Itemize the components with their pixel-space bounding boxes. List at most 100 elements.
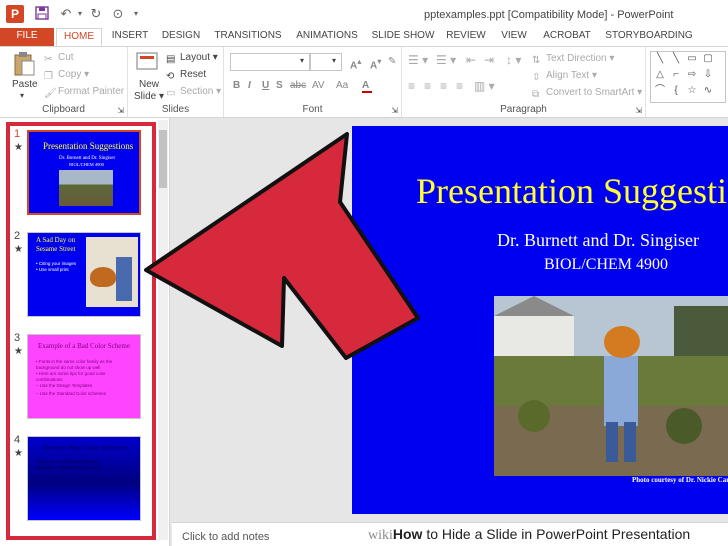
- slides-group: New Slide ▾ ▤ Layout ▾ ⟲ Reset ▭ Section ▾ …: [128, 47, 224, 117]
- align-center-icon[interactable]: ≡: [424, 79, 431, 93]
- watermark-title: to Hide a Slide in PowerPoint Presentati…: [422, 526, 691, 542]
- font-group-label: Font: [302, 104, 323, 115]
- tab-transitions[interactable]: TRANSITIONS: [212, 28, 284, 46]
- text-direction-button[interactable]: ⇅ Text Direction ▾: [532, 53, 614, 66]
- paintbrush-icon: 🖌: [44, 88, 57, 99]
- tab-view[interactable]: VIEW: [496, 28, 532, 46]
- undo-dropdown-icon[interactable]: ▾: [72, 6, 88, 22]
- font-size-box[interactable]: [310, 53, 342, 71]
- clipboard-launcher-icon[interactable]: ⇲: [117, 106, 124, 115]
- copy-button[interactable]: ❐ Copy ▾: [44, 69, 89, 82]
- shape-line-icon[interactable]: ╲: [654, 53, 666, 65]
- tab-review[interactable]: REVIEW: [444, 28, 488, 46]
- paragraph-group-label: Paragraph: [500, 104, 547, 115]
- shape-rect-icon[interactable]: ▭: [686, 53, 698, 65]
- new-slide-button[interactable]: New Slide ▾: [134, 79, 164, 103]
- paragraph-launcher-icon[interactable]: ⇲: [635, 106, 642, 115]
- justify-icon[interactable]: ≡: [456, 79, 463, 93]
- layout-button[interactable]: ▤ Layout ▾: [166, 52, 218, 65]
- bold-button[interactable]: B: [233, 80, 240, 91]
- tab-home[interactable]: HOME: [56, 28, 102, 47]
- italic-button[interactable]: I: [248, 80, 251, 91]
- slide-subtitle-course[interactable]: BIOL/CHEM 4900: [544, 256, 668, 274]
- shape-brace-icon[interactable]: {: [670, 85, 682, 97]
- customize-toolbar-icon[interactable]: ▾: [128, 6, 144, 22]
- tab-file[interactable]: FILE: [0, 28, 54, 46]
- line-spacing-icon[interactable]: ↕ ▾: [506, 53, 521, 67]
- tab-storyboarding[interactable]: STORYBOARDING: [604, 28, 694, 46]
- tab-acrobat[interactable]: ACROBAT: [540, 28, 594, 46]
- thumbnail-highlight-frame: [6, 122, 156, 540]
- align-text-icon: ⇳: [532, 72, 541, 83]
- font-launcher-icon[interactable]: ⇲: [391, 106, 398, 115]
- grow-font-icon[interactable]: A▴: [350, 56, 361, 71]
- shape-rounded-icon[interactable]: ▢: [702, 53, 714, 65]
- watermark-how: How: [392, 526, 423, 542]
- section-button[interactable]: ▭ Section ▾: [166, 86, 221, 99]
- align-text-button[interactable]: ⇳ Align Text ▾: [532, 70, 597, 83]
- slide-photo-credit[interactable]: Photo courtesy of Dr. Nickie Cantrell: [632, 476, 728, 484]
- ribbon: Paste ▾ ✂ Cut ❐ Copy ▾ 🖌Format Painter Cli…: [0, 46, 728, 118]
- shape-arrow2-icon[interactable]: ⇩: [702, 69, 714, 81]
- reset-button[interactable]: ⟲ Reset: [166, 69, 206, 82]
- reset-label: Reset: [180, 69, 207, 80]
- drawing-group: ╲ ╲ ▭ ▢ △ ⌐ ⇨ ⇩ ⌒ { ☆ ∿: [648, 47, 728, 117]
- shape-wave-icon[interactable]: ∿: [702, 85, 714, 97]
- slide-subtitle-authors[interactable]: Dr. Burnett and Dr. Singiser: [497, 230, 699, 251]
- shape-triangle-icon[interactable]: △: [654, 69, 666, 81]
- tab-insert[interactable]: INSERT: [110, 28, 150, 46]
- title-bar: P ↶ ▾ ↻ ⊙ ▾ pptexamples.ppt [Compatibili…: [0, 0, 728, 28]
- decrease-indent-icon[interactable]: ⇤: [466, 53, 476, 67]
- shape-line2-icon[interactable]: ╲: [670, 53, 682, 65]
- align-right-icon[interactable]: ≡: [440, 79, 447, 93]
- columns-icon[interactable]: ▥ ▾: [474, 79, 495, 93]
- convert-smartart-button[interactable]: ⧉ Convert to SmartArt ▾: [532, 87, 642, 100]
- align-left-icon[interactable]: ≡: [408, 79, 415, 93]
- shape-curve-icon[interactable]: ⌒: [654, 85, 666, 97]
- clipboard-group-label: Clipboard: [42, 104, 85, 115]
- copy-label: Copy: [58, 69, 82, 80]
- clear-format-icon[interactable]: ✎: [388, 56, 396, 67]
- paste-icon[interactable]: [13, 51, 35, 80]
- redo-icon[interactable]: ↻: [88, 6, 104, 22]
- new-slide-icon[interactable]: [136, 51, 158, 76]
- reset-icon: ⟲: [166, 71, 175, 82]
- tab-animations[interactable]: ANIMATIONS: [292, 28, 362, 46]
- cut-button[interactable]: ✂ Cut: [44, 52, 74, 65]
- watermark-wiki: wiki: [368, 528, 393, 543]
- strikethrough-button[interactable]: abc: [290, 80, 306, 91]
- section-label: Section: [180, 86, 214, 97]
- layout-label: Layout: [180, 52, 211, 63]
- paste-dropdown-icon[interactable]: ▾: [20, 91, 24, 100]
- start-slideshow-icon[interactable]: ⊙: [110, 6, 126, 22]
- font-size-dropdown-icon[interactable]: ▾: [332, 56, 336, 65]
- font-color-button[interactable]: A: [362, 80, 372, 93]
- character-spacing-button[interactable]: AV: [312, 80, 325, 91]
- slides-group-label: Slides: [161, 104, 190, 115]
- new-slide-label-1: New: [139, 79, 160, 90]
- tab-design[interactable]: DESIGN: [158, 28, 204, 46]
- increase-indent-icon[interactable]: ⇥: [484, 53, 494, 67]
- new-slide-label-2: Slide: [134, 91, 157, 102]
- underline-button[interactable]: U: [262, 80, 269, 91]
- thumbnail-scroll-thumb[interactable]: [159, 130, 167, 188]
- align-text-label: Align Text: [546, 70, 590, 81]
- slide-photo[interactable]: [494, 296, 728, 476]
- slide-title[interactable]: Presentation Suggestions: [416, 170, 728, 212]
- shrink-font-icon[interactable]: A▾: [370, 56, 381, 71]
- save-icon[interactable]: [34, 6, 50, 22]
- shape-arrow-icon[interactable]: ⇨: [686, 69, 698, 81]
- shape-connector-icon[interactable]: ⌐: [670, 69, 682, 81]
- shape-star-icon[interactable]: ☆: [686, 85, 698, 97]
- paste-button[interactable]: Paste: [12, 79, 38, 90]
- tab-slide-show[interactable]: SLIDE SHOW: [370, 28, 436, 46]
- bullets-icon[interactable]: ☰ ▾: [408, 53, 428, 67]
- font-name-dropdown-icon[interactable]: ▾: [300, 56, 304, 65]
- numbering-icon[interactable]: ☰ ▾: [436, 53, 456, 67]
- ribbon-tabs: FILE HOME INSERT DESIGN TRANSITIONS ANIM…: [0, 28, 728, 47]
- format-painter-button[interactable]: 🖌Format Painter: [44, 86, 124, 99]
- font-name-box[interactable]: [230, 53, 310, 71]
- main-slide-canvas[interactable]: Presentation Suggestions Dr. Burnett and…: [352, 126, 728, 514]
- change-case-button[interactable]: Aa: [336, 80, 348, 91]
- shadow-button[interactable]: S: [276, 80, 283, 91]
